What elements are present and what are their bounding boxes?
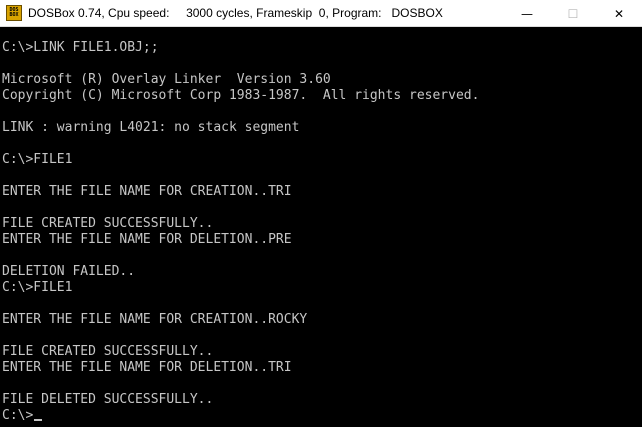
minimize-button[interactable]: — [504, 0, 550, 27]
console-line: C:\>FILE1 [2, 280, 73, 295]
window-title: DOSBox 0.74, Cpu speed: 3000 cycles, Fra… [28, 6, 443, 20]
window-controls: — ☐ ✕ [504, 0, 642, 27]
console-prompt-line[interactable]: C:\> [2, 408, 642, 424]
console-line: LINK : warning L4021: no stack segment [2, 120, 300, 135]
console-line: FILE DELETED SUCCESSFULLY.. [2, 392, 214, 407]
close-button[interactable]: ✕ [596, 0, 642, 27]
console-line: FILE CREATED SUCCESSFULLY.. [2, 216, 214, 231]
console-line: DELETION FAILED.. [2, 264, 136, 279]
maximize-button[interactable]: ☐ [550, 0, 596, 27]
dosbox-app-icon[interactable]: DOS BOX [6, 5, 22, 21]
title-bar[interactable]: DOS BOX DOSBox 0.74, Cpu speed: 3000 cyc… [0, 0, 642, 27]
console-line: ENTER THE FILE NAME FOR CREATION..ROCKY [2, 312, 308, 327]
console-line: C:\>LINK FILE1.OBJ;; [2, 40, 159, 55]
console-line: Copyright (C) Microsoft Corp 1983-1987. … [2, 88, 480, 103]
console-line: Microsoft (R) Overlay Linker Version 3.6… [2, 72, 331, 87]
console-line: C:\>FILE1 [2, 152, 73, 167]
dosbox-window: DOS BOX DOSBox 0.74, Cpu speed: 3000 cyc… [0, 0, 642, 427]
console-output[interactable]: C:\>LINK FILE1.OBJ;; Microsoft (R) Overl… [0, 28, 642, 427]
console-line: ENTER THE FILE NAME FOR DELETION..PRE [2, 232, 292, 247]
console-line: ENTER THE FILE NAME FOR DELETION..TRI [2, 360, 292, 375]
console-line: ENTER THE FILE NAME FOR CREATION..TRI [2, 184, 292, 199]
console-line: FILE CREATED SUCCESSFULLY.. [2, 344, 214, 359]
text-cursor [34, 419, 43, 421]
icon-text-bottom: BOX [9, 12, 19, 18]
console-prompt: C:\> [2, 408, 34, 423]
